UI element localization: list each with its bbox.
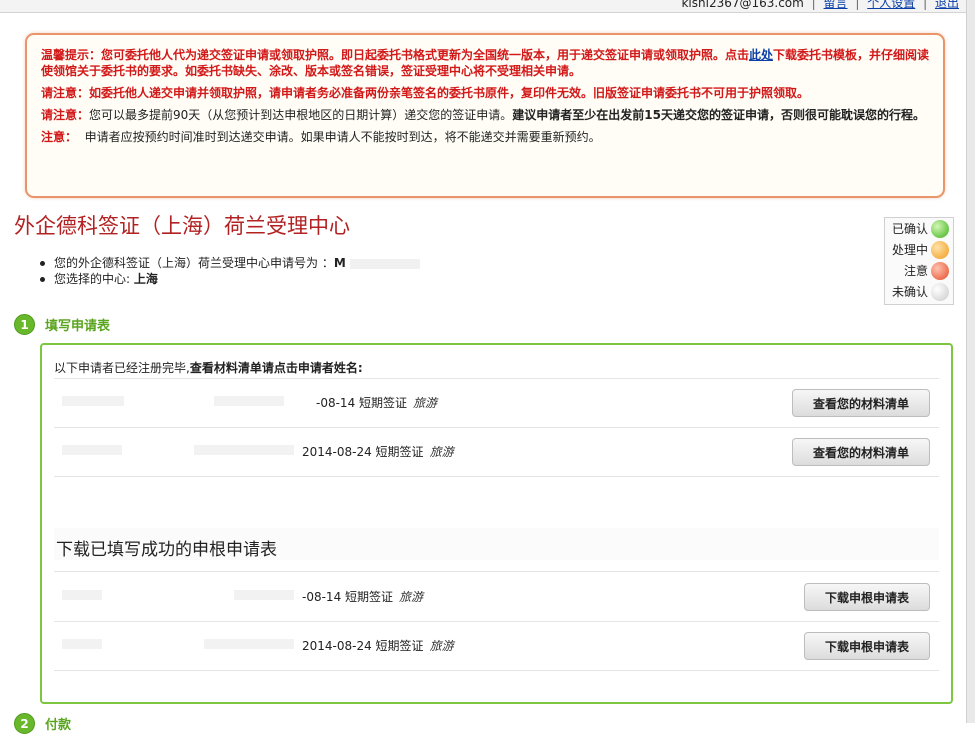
top-bar: kishi2367@163.com | 留言 | 个人设置 | 退出 <box>0 0 967 13</box>
download-section-heading: 下载已填写成功的申根申请表 <box>56 540 277 560</box>
notice-text: 申请者应按预约时间准时到达递交申请。如果申请人不能按时到达，将不能递交并需要重新… <box>84 130 601 144</box>
message-link[interactable]: 留言 <box>824 0 848 10</box>
redacted-name <box>62 445 122 455</box>
divider <box>54 476 939 477</box>
green-status-icon <box>931 219 949 238</box>
chosen-center-value: 上海 <box>133 272 158 286</box>
legend-attention: 注意 <box>885 260 953 281</box>
notice-attention-proxy: 请注意：如委托他人递交申请并领取护照，请申请者务必准备两份亲笔签名的委托书原件，… <box>41 86 810 100</box>
download-row: -08-14 短期签证 旅游 下载申根申请表 <box>54 573 939 621</box>
separator: | <box>811 0 816 10</box>
notice-text: 您可以最多提前90天（从您预计到达申根地区的日期计算）递交您的签证申请。 <box>89 108 513 122</box>
application-summary: 2014-08-24 短期签证 旅游 <box>302 443 454 460</box>
step-payment: 2 付款 <box>14 713 71 734</box>
notice-box: 温馨提示：您可委托他人代为递交签证申请或领取护照。即日起委托书格式更新为全国统一… <box>25 33 945 198</box>
personal-settings-link[interactable]: 个人设置 <box>867 0 915 10</box>
legend-label: 注意 <box>903 264 928 278</box>
travel-purpose: 旅游 <box>399 590 424 604</box>
notice-lead: 注意： <box>41 130 78 144</box>
step-label: 填写申请表 <box>45 319 111 334</box>
application-number-label: 您的外企德科签证（上海）荷兰受理中心申请号为 ： <box>54 256 334 270</box>
download-form-button[interactable]: 下载申根申请表 <box>803 632 930 660</box>
download-form-button[interactable]: 下载申根申请表 <box>803 583 930 611</box>
application-number: 您的外企德科签证（上海）荷兰受理中心申请号为 ：M <box>40 255 420 271</box>
separator: | <box>923 0 928 10</box>
summary-text: 2014-08-24 短期签证 <box>302 445 424 459</box>
application-summary: -08-14 短期签证 旅游 <box>302 588 423 605</box>
notice-attention-timing: 请注意：您可以最多提前90天（从您预计到达申根地区的日期计算）递交您的签证申请。… <box>41 107 931 123</box>
account-links: kishi2367@163.com | 留言 | 个人设置 | 退出 <box>681 0 959 10</box>
notice-warm-tip: 温馨提示：您可委托他人代为递交签证申请或领取护照。即日起委托书格式更新为全国统一… <box>41 47 931 79</box>
summary-text: 2014-08-24 短期签证 <box>302 639 424 653</box>
logout-link[interactable]: 退出 <box>935 0 959 10</box>
intro-text: 以下申请者已经注册完毕, <box>54 361 190 375</box>
scrollbar[interactable] <box>966 0 975 723</box>
redacted-date <box>234 590 294 600</box>
separator: | <box>855 0 860 10</box>
application-summary: -08-14 短期签证 旅游 <box>316 394 437 411</box>
summary-text: -08-14 短期签证 <box>302 590 394 604</box>
application-summary: 2014-08-24 短期签证 旅游 <box>302 637 454 654</box>
divider <box>54 670 939 671</box>
redacted-date <box>214 396 284 406</box>
legend-confirmed: 已确认 <box>885 218 953 239</box>
notice-lead: 请注意： <box>41 108 90 122</box>
step-number-icon: 1 <box>14 314 35 335</box>
redacted-name <box>62 396 124 406</box>
redacted-area <box>349 258 420 269</box>
application-number-value: M <box>333 256 346 270</box>
checklist-row: -08-14 短期签证 旅游 查看您的材料清单 <box>54 379 939 427</box>
center-title: 外企德科签证（上海）荷兰受理中心 <box>14 214 350 238</box>
red-status-icon <box>931 261 949 280</box>
notice-bold-text: 建议申请者至少在出发前15天递交您的签证申请，否则很可能耽误您的行程。 <box>512 108 925 122</box>
download-row: 2014-08-24 短期签证 旅游 下载申根申请表 <box>54 622 939 670</box>
checklist-row: 2014-08-24 短期签证 旅游 查看您的材料清单 <box>54 428 939 476</box>
travel-purpose: 旅游 <box>429 639 454 653</box>
gray-status-icon <box>931 282 949 301</box>
legend-label: 处理中 <box>891 243 928 257</box>
step-number-icon: 2 <box>14 713 35 734</box>
template-download-link[interactable]: 此处 <box>749 48 773 62</box>
redacted-name <box>62 639 102 649</box>
divider <box>54 571 939 572</box>
step-fill-form: 1 填写申请表 <box>14 314 110 335</box>
application-info: 您的外企德科签证（上海）荷兰受理中心申请号为 ：M 您选择的中心: 上海 <box>40 255 420 287</box>
redacted-date <box>204 639 294 649</box>
intro-bold-text: 查看材料清单请点击申请者姓名: <box>189 361 363 375</box>
application-panel: 以下申请者已经注册完毕,查看材料清单请点击申请者姓名: -08-14 短期签证旅… <box>40 343 953 704</box>
legend-processing: 处理中 <box>885 239 953 260</box>
status-legend: 已确认 处理中 注意 未确认 <box>884 217 954 305</box>
travel-purpose: 旅游 <box>413 396 438 410</box>
view-checklist-button[interactable]: 查看您的材料清单 <box>791 389 930 417</box>
redacted-date <box>194 445 294 455</box>
view-checklist-button[interactable]: 查看您的材料清单 <box>791 438 930 466</box>
notice-text: 温馨提示：您可委托他人代为递交签证申请或领取护照。即日起委托书格式更新为全国统一… <box>41 48 750 62</box>
legend-unconfirmed: 未确认 <box>885 281 953 302</box>
summary-text: -08-14 短期签证 <box>316 396 408 410</box>
orange-status-icon <box>931 240 949 259</box>
notice-punctuality: 注意： 申请者应按预约时间准时到达递交申请。如果申请人不能按时到达，将不能递交并… <box>41 129 931 145</box>
step-label: 付款 <box>45 718 72 733</box>
chosen-center: 您选择的中心: 上海 <box>40 271 420 287</box>
panel-intro: 以下申请者已经注册完毕,查看材料清单请点击申请者姓名: <box>54 359 363 376</box>
legend-label: 未确认 <box>891 285 928 299</box>
chosen-center-label: 您选择的中心: <box>54 272 134 286</box>
travel-purpose: 旅游 <box>429 445 454 459</box>
user-email: kishi2367@163.com <box>681 0 804 10</box>
legend-label: 已确认 <box>891 222 928 236</box>
redacted-name <box>62 590 102 600</box>
